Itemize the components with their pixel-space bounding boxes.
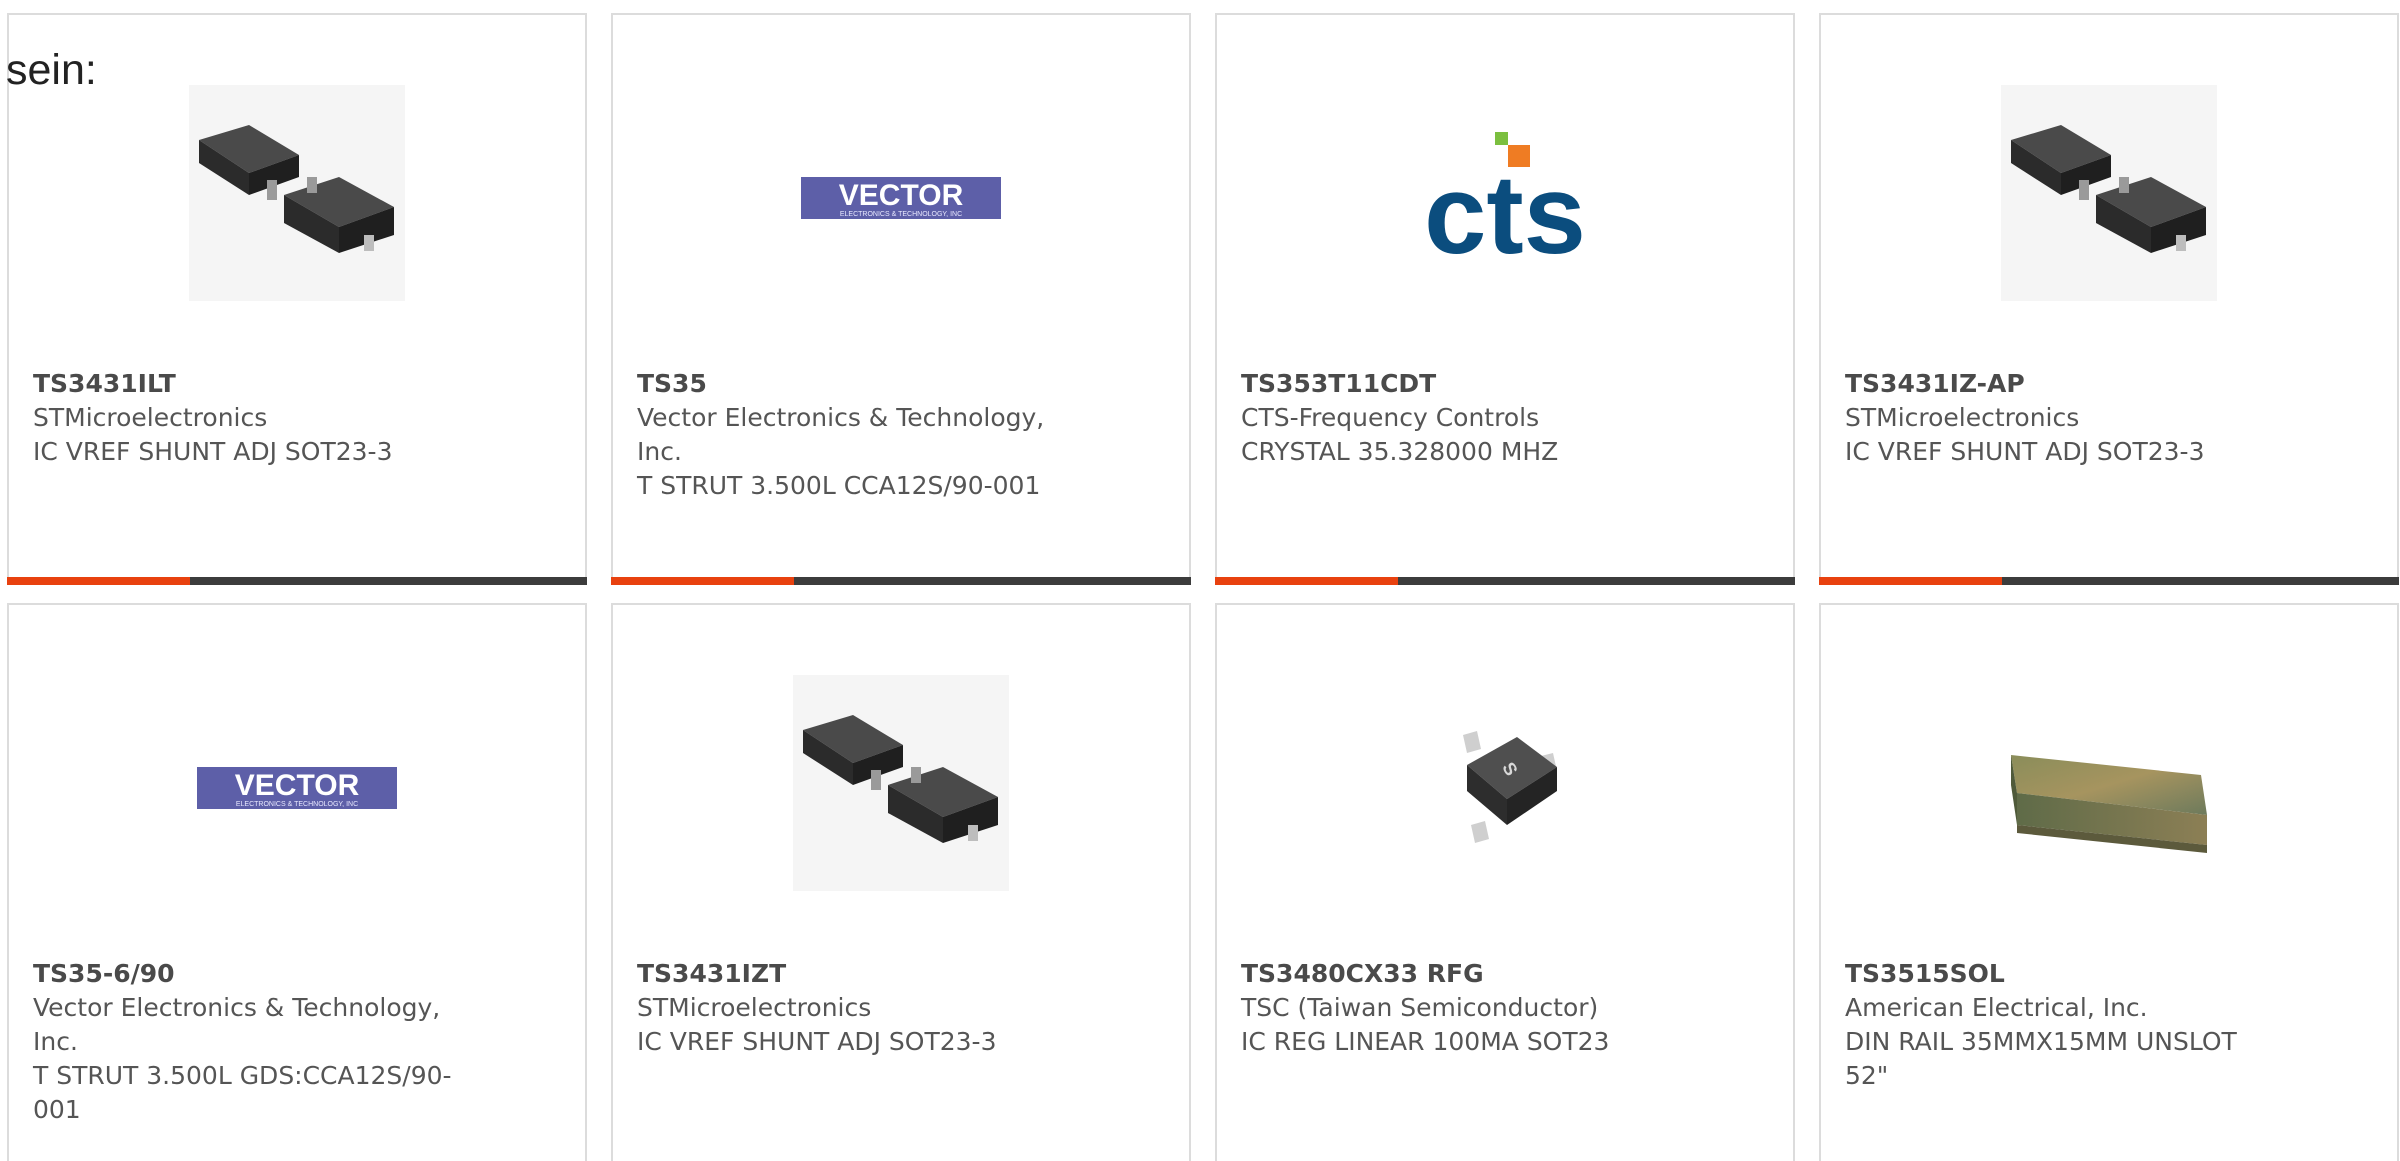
product-image: VECTOR ELECTRONICS & TECHNOLOGY, INC [793, 85, 1009, 301]
card-bar [1215, 577, 1795, 585]
intro-text: sein: [6, 46, 97, 94]
part-number[interactable]: TS353T11CDT [1241, 367, 1681, 401]
description: DIN RAIL 35MMX15MM UNSLOT 52" [1845, 1027, 2237, 1090]
manufacturer: CTS-Frequency Controls [1241, 403, 1540, 432]
product-info: TS35 Vector Electronics & Technology, In… [637, 367, 1077, 503]
description: IC VREF SHUNT ADJ SOT23-3 [1845, 437, 2205, 466]
part-number[interactable]: TS3431ILT [33, 367, 473, 401]
manufacturer: STMicroelectronics [637, 993, 872, 1022]
product-image [2001, 675, 2217, 891]
card-bar-accent [1215, 577, 1398, 585]
product-card[interactable]: TS3431IZT STMicroelectronics IC VREF SHU… [611, 603, 1191, 1161]
description: T STRUT 3.500L CCA12S/90-001 [637, 471, 1041, 500]
part-number[interactable]: TS3431IZT [637, 957, 1077, 991]
description: IC VREF SHUNT ADJ SOT23-3 [33, 437, 393, 466]
card-bar-accent [1819, 577, 2002, 585]
description: CRYSTAL 35.328000 MHZ [1241, 437, 1559, 466]
sot23-package-icon [189, 85, 405, 301]
product-card[interactable]: cts TS353T11CDT CTS-Frequency Controls C… [1215, 13, 1795, 585]
manufacturer: TSC (Taiwan Semiconductor) [1241, 993, 1599, 1022]
product-image [2001, 85, 2217, 301]
manufacturer: American Electrical, Inc. [1845, 993, 2148, 1022]
manufacturer: STMicroelectronics [33, 403, 268, 432]
part-number[interactable]: TS3480CX33 RFG [1241, 957, 1681, 991]
product-image: VECTOR ELECTRONICS & TECHNOLOGY, INC [189, 675, 405, 891]
card-bar-accent [7, 577, 190, 585]
card-bar [611, 577, 1191, 585]
product-card[interactable]: VECTOR ELECTRONICS & TECHNOLOGY, INC TS3… [7, 603, 587, 1161]
vector-logo-tagline: ELECTRONICS & TECHNOLOGY, INC [840, 211, 962, 218]
product-info: TS3431IZ-AP STMicroelectronics IC VREF S… [1845, 367, 2285, 469]
cts-logo-word: cts [1424, 152, 1586, 277]
vector-logo-icon: VECTOR ELECTRONICS & TECHNOLOGY, INC [801, 177, 1001, 219]
sot23-package-icon [2001, 85, 2217, 301]
product-image [793, 675, 1009, 891]
description: IC REG LINEAR 100MA SOT23 [1241, 1027, 1610, 1056]
manufacturer: Vector Electronics & Technology, Inc. [637, 403, 1045, 466]
product-info: TS3515SOL American Electrical, Inc. DIN … [1845, 957, 2285, 1093]
product-info: TS35-6/90 Vector Electronics & Technolog… [33, 957, 473, 1127]
vector-logo-tagline: ELECTRONICS & TECHNOLOGY, INC [236, 801, 358, 808]
product-info: TS3480CX33 RFG TSC (Taiwan Semiconductor… [1241, 957, 1681, 1059]
vector-logo-word: VECTOR [235, 769, 360, 802]
sot23-package-icon [793, 675, 1009, 891]
sot23-single-icon: S [1463, 731, 1557, 843]
part-number[interactable]: TS35-6/90 [33, 957, 473, 991]
product-card[interactable]: VECTOR ELECTRONICS & TECHNOLOGY, INC TS3… [611, 13, 1191, 585]
part-number[interactable]: TS35 [637, 367, 1077, 401]
product-card[interactable]: TS3431IZ-AP STMicroelectronics IC VREF S… [1819, 13, 2399, 585]
product-image: S [1397, 675, 1613, 891]
din-rail-icon [2011, 755, 2207, 853]
description: T STRUT 3.500L GDS:CCA12S/90-001 [33, 1061, 452, 1124]
card-bar-accent [611, 577, 794, 585]
product-card[interactable]: TS3515SOL American Electrical, Inc. DIN … [1819, 603, 2399, 1161]
product-info: TS3431ILT STMicroelectronics IC VREF SHU… [33, 367, 473, 469]
card-bar [1819, 577, 2399, 585]
cts-logo-icon: cts [1424, 132, 1586, 277]
card-bar [7, 577, 587, 585]
product-info: TS353T11CDT CTS-Frequency Controls CRYST… [1241, 367, 1681, 469]
product-image [189, 85, 405, 301]
product-info: TS3431IZT STMicroelectronics IC VREF SHU… [637, 957, 1077, 1059]
product-grid-page: sein: TS3431ILT STMicroelectronics IC VR… [0, 0, 2400, 1161]
product-card[interactable]: TS3431ILT STMicroelectronics IC VREF SHU… [7, 13, 587, 585]
manufacturer: Vector Electronics & Technology, Inc. [33, 993, 441, 1056]
part-number[interactable]: TS3431IZ-AP [1845, 367, 2285, 401]
vector-logo-icon: VECTOR ELECTRONICS & TECHNOLOGY, INC [197, 767, 397, 809]
vector-logo-word: VECTOR [839, 179, 964, 212]
product-image: cts [1397, 85, 1613, 301]
product-card[interactable]: S TS3480CX33 RFG TSC (Taiwan Semiconduct… [1215, 603, 1795, 1161]
description: IC VREF SHUNT ADJ SOT23-3 [637, 1027, 997, 1056]
manufacturer: STMicroelectronics [1845, 403, 2080, 432]
part-number[interactable]: TS3515SOL [1845, 957, 2285, 991]
